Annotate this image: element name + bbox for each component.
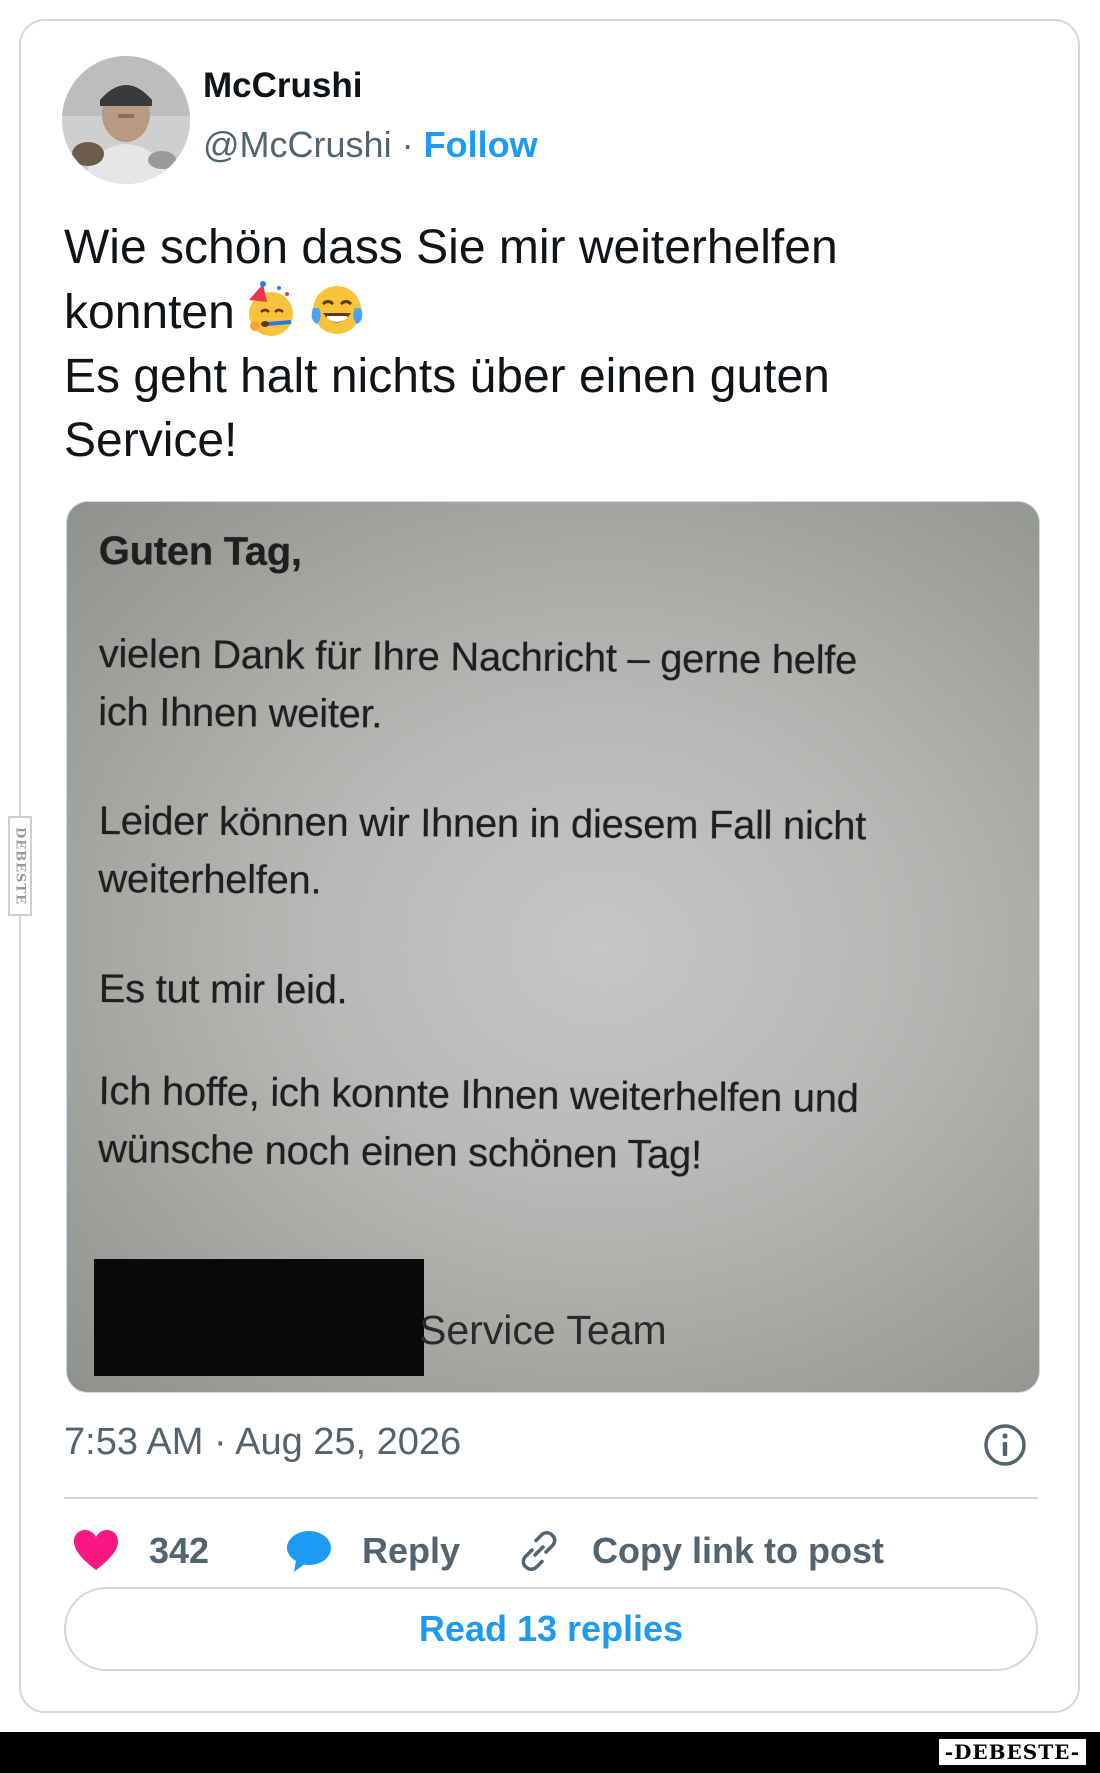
email-paragraph-1-line-2: ich Ihnen weiter. [98, 689, 383, 737]
tweet-text: Wie schön dass Sie mir weiterhelfen konn… [64, 216, 1024, 473]
email-paragraph-3: Es tut mir leid. [98, 966, 348, 1013]
separator-dot: · [401, 124, 414, 165]
avatar[interactable] [62, 56, 190, 184]
tweet-text-line-1: Wie schön dass Sie mir weiterhelfen [64, 221, 838, 274]
email-greeting: Guten Tag, [98, 528, 302, 575]
info-icon[interactable] [981, 1421, 1029, 1469]
side-watermark-text: DEBESTE [12, 826, 28, 906]
tweet-text-line-2: konnten [64, 280, 1024, 345]
avatar-photo [62, 56, 190, 184]
email-paragraph-4: Ich hoffe, ich konnte Ihnen weiterhelfen… [98, 1062, 859, 1186]
speech-bubble-icon [287, 1531, 331, 1572]
like-button[interactable]: 342 [71, 1523, 209, 1579]
reply-label: Reply [362, 1530, 461, 1571]
tweet-media-photo[interactable]: Guten Tag, vielen Dank für Ihre Nachrich… [66, 501, 1040, 1393]
author-handle[interactable]: @McCrushi [203, 124, 392, 165]
tweet-timestamp[interactable]: 7:53 AM · Aug 25, 2026 [64, 1421, 461, 1464]
author-handle-row: @McCrushi · Follow [203, 124, 538, 166]
email-paragraph-4-line-2: wünsche noch einen schönen Tag! [97, 1126, 703, 1178]
side-watermark: DEBESTE [8, 816, 32, 916]
tweet-text-konnten: konnten [64, 286, 235, 339]
email-paragraph-4-line-1: Ich hoffe, ich konnte Ihnen weiterhelfen… [98, 1068, 859, 1121]
copy-link-button[interactable]: Copy link to post [514, 1523, 884, 1579]
reply-button[interactable]: Reply [284, 1523, 460, 1579]
copy-link-label: Copy link to post [592, 1530, 884, 1571]
link-icon [521, 1531, 557, 1571]
email-paragraph-1-line-1: vielen Dank für Ihre Nachricht – gerne h… [98, 631, 858, 683]
follow-button[interactable]: Follow [424, 124, 538, 165]
tears-of-joy-emoji [311, 286, 363, 334]
tweet-text-line-3: Es geht halt nichts über einen guten [64, 350, 830, 403]
author-name[interactable]: McCrushi [203, 66, 362, 106]
email-paragraph-2: Leider können wir Ihnen in diesem Fall n… [98, 792, 866, 913]
watermark-logo: -DEBESTE- [936, 1737, 1088, 1767]
divider [64, 1497, 1038, 1499]
like-count: 342 [149, 1530, 210, 1571]
partying-face-emoji [248, 281, 293, 336]
tweet-text-line-4: Service! [64, 414, 238, 467]
email-paragraph-2-line-1: Leider können wir Ihnen in diesem Fall n… [98, 798, 867, 849]
tweet-card: McCrushi @McCrushi · Follow Wie schön da… [19, 19, 1080, 1713]
read-replies-button[interactable]: Read 13 replies [64, 1587, 1038, 1671]
email-paragraph-1: vielen Dank für Ihre Nachricht – gerne h… [98, 625, 857, 748]
email-signature: Service Team [419, 1307, 667, 1353]
heart-icon [74, 1530, 118, 1570]
email-paragraph-2-line-2: weiterhelfen. [98, 856, 322, 903]
bottom-watermark-bar: -DEBESTE- [0, 1732, 1100, 1773]
redaction-box [94, 1259, 424, 1376]
